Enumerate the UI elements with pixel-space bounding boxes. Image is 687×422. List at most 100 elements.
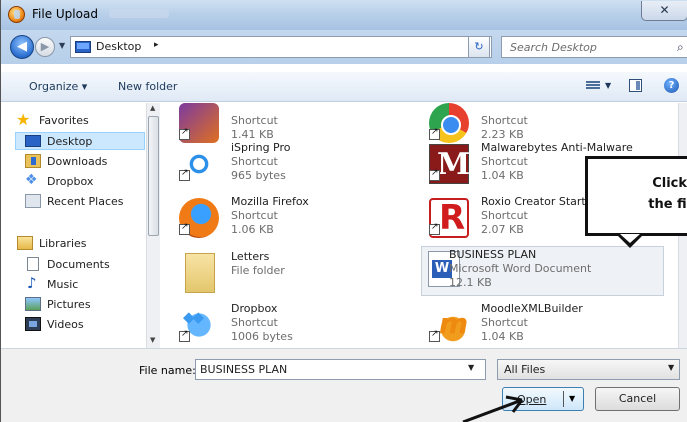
sidebar-item-pictures[interactable]: Pictures [25, 295, 91, 313]
file-name: MoodleXMLBuilder [481, 302, 583, 315]
sidebar-item-favorites[interactable]: Favorites [16, 110, 89, 129]
file-name: Mozilla Firefox [231, 195, 309, 208]
open-button[interactable]: Open ▼ [502, 387, 584, 411]
libraries-icon [17, 236, 33, 250]
file-name: iSpring Pro [231, 141, 291, 154]
file-size: 1006 bytes [231, 330, 293, 343]
search-input[interactable]: Search Desktop ⌕ [501, 36, 687, 58]
preview-pane-icon[interactable] [629, 79, 642, 92]
address-bar[interactable]: Desktop ▸ ▼ [70, 36, 533, 58]
forward-button[interactable]: ▶ [35, 37, 55, 57]
sidebar-item-recent-places[interactable]: Recent Places [25, 192, 124, 210]
file-item-mozilla-firefox[interactable]: Mozilla Firefox Shortcut 1.06 KB [163, 194, 403, 242]
shortcut-arrow-icon [429, 127, 440, 140]
shortcut-arrow-icon [179, 222, 190, 235]
shortcut-arrow-icon [179, 329, 190, 342]
videos-icon [25, 317, 41, 331]
file-type: Shortcut [481, 316, 528, 329]
file-size: 12.1 KB [449, 276, 492, 289]
file-size: 1.04 KB [481, 169, 524, 182]
dropbox-icon [25, 172, 41, 188]
shortcut-arrow-icon [179, 127, 190, 140]
file-item-business-plan[interactable]: BUSINESS PLAN Microsoft Word Document 12… [421, 246, 664, 296]
file-name-input[interactable]: BUSINESS PLAN ▼ [195, 359, 486, 380]
sidebar-item-dropbox[interactable]: Dropbox [25, 172, 93, 190]
instruction-callout: Click on the file n [585, 156, 687, 236]
address-location[interactable]: Desktop [96, 40, 141, 53]
pictures-icon [25, 297, 41, 311]
sidebar-item-label: Pictures [47, 297, 91, 311]
sidebar-item-desktop[interactable]: Desktop [15, 132, 145, 150]
filter-dropdown-icon[interactable]: ▼ [668, 363, 674, 372]
sidebar-item-label: Dropbox [47, 174, 94, 188]
navigation-scrollbar[interactable]: ▲ ▼ [146, 103, 160, 348]
file-item-moodlexmlbuilder[interactable]: MoodleXMLBuilder Shortcut 1.04 KB [413, 301, 653, 348]
file-type: Shortcut [231, 155, 278, 168]
search-icon[interactable]: ⌕ [677, 40, 684, 55]
organize-button[interactable]: Organize ▾ [29, 80, 87, 93]
refresh-button[interactable]: ↻ [468, 36, 490, 58]
file-name: Malwarebytes Anti-Malware [481, 141, 633, 154]
file-type: Shortcut [231, 209, 278, 222]
sidebar-item-music[interactable]: Music [25, 274, 79, 293]
sidebar-item-downloads[interactable]: Downloads [25, 152, 107, 170]
file-name-value[interactable]: BUSINESS PLAN [200, 363, 287, 376]
scrollbar-thumb[interactable] [148, 116, 159, 236]
view-dropdown-icon[interactable]: ▼ [605, 81, 611, 90]
file-name: Roxio Creator Starter [481, 195, 598, 208]
sidebar-item-label: Videos [47, 317, 84, 331]
help-icon[interactable]: ? [664, 78, 679, 93]
blurred-tab-text [109, 9, 169, 18]
sidebar-item-libraries[interactable]: Libraries [17, 234, 87, 252]
open-dropdown-icon[interactable]: ▼ [569, 394, 575, 403]
file-type: File folder [231, 264, 285, 277]
back-button[interactable]: ◀ [10, 35, 34, 59]
open-button-label: Open [517, 393, 547, 406]
star-icon [16, 110, 33, 129]
callout-text: Click on the file n [621, 173, 687, 215]
file-type: Microsoft Word Document [449, 262, 592, 275]
file-upload-dialog: File Upload ✕ ◀ ▶ ▼ Desktop ▸ ▼ ↻ Search… [0, 0, 687, 422]
file-name: BUSINESS PLAN [449, 248, 537, 261]
folder-icon [185, 253, 215, 293]
change-view-icon[interactable] [586, 80, 600, 93]
file-name-dropdown-icon[interactable]: ▼ [468, 363, 474, 372]
file-item-dropbox[interactable]: Dropbox Shortcut 1006 bytes [163, 301, 403, 348]
file-type-filter[interactable]: All Files ▼ [497, 359, 680, 380]
callout-line-2: the file n [648, 197, 687, 212]
breadcrumb-chevron-icon[interactable]: ▸ [154, 40, 159, 50]
shortcut-arrow-icon [429, 222, 440, 235]
callout-line-1: Click on [652, 176, 687, 191]
shortcut-arrow-icon [179, 168, 190, 181]
split-divider [563, 391, 564, 407]
dialog-footer: File name: BUSINESS PLAN ▼ All Files ▼ O… [1, 348, 687, 422]
new-folder-button[interactable]: New folder [118, 80, 177, 93]
documents-icon [27, 257, 39, 271]
file-size: 1.04 KB [481, 330, 524, 343]
downloads-folder-icon [25, 154, 41, 168]
search-placeholder: Search Desktop [510, 41, 597, 54]
sidebar-item-videos[interactable]: Videos [25, 315, 84, 333]
window-title: File Upload [32, 7, 98, 21]
file-type: Shortcut [481, 209, 528, 222]
file-name: Letters [231, 250, 270, 263]
file-size: 965 bytes [231, 169, 286, 182]
sidebar-item-label: Music [47, 277, 79, 291]
file-type: Shortcut [231, 316, 278, 329]
recent-places-icon [25, 194, 41, 208]
scroll-down-icon[interactable]: ▼ [150, 336, 155, 344]
file-type-filter-value: All Files [504, 363, 546, 376]
shortcut-arrow-icon [429, 329, 440, 342]
cancel-button[interactable]: Cancel [595, 387, 680, 411]
close-button[interactable]: ✕ [641, 1, 687, 21]
shortcut-arrow-icon [429, 168, 440, 181]
file-type: Shortcut [481, 114, 528, 127]
sidebar-item-documents[interactable]: Documents [25, 255, 110, 273]
file-item-ispring-pro[interactable]: iSpring Pro Shortcut 965 bytes [163, 140, 403, 188]
sidebar-item-label: Libraries [39, 236, 87, 250]
file-item-letters[interactable]: Letters File folder [163, 249, 403, 297]
scroll-up-icon[interactable]: ▲ [150, 104, 155, 112]
history-dropdown-icon[interactable]: ▼ [59, 41, 65, 50]
sidebar-item-label: Favorites [39, 113, 89, 127]
sidebar-item-label: Recent Places [47, 194, 124, 208]
